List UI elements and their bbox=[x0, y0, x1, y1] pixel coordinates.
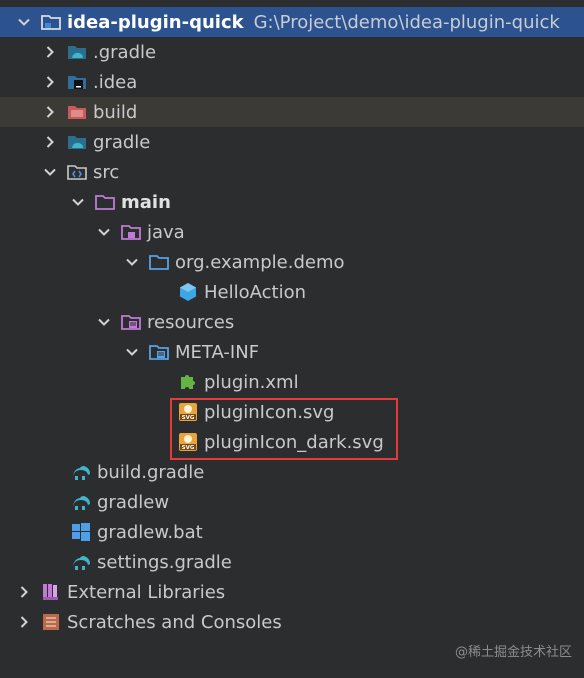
tree-row-dot-gradle[interactable]: .gradle bbox=[0, 37, 584, 67]
tree-row-gradlew[interactable]: gradlew bbox=[0, 487, 584, 517]
node-label: settings.gradle bbox=[97, 551, 232, 573]
node-label: gradlew.bat bbox=[97, 521, 203, 543]
node-label: .gradle bbox=[93, 41, 157, 63]
folder-java-icon bbox=[120, 221, 142, 243]
node-label: build.gradle bbox=[97, 461, 205, 483]
chevron-down-icon[interactable] bbox=[122, 252, 142, 272]
chevron-right-icon[interactable] bbox=[14, 612, 34, 632]
folder-gradle-icon bbox=[66, 41, 88, 63]
folder-source-icon bbox=[66, 161, 88, 183]
folder-gradle-icon bbox=[66, 131, 88, 153]
node-label: org.example.demo bbox=[175, 251, 345, 273]
package-icon bbox=[148, 251, 170, 273]
windows-icon bbox=[70, 521, 92, 543]
node-label: build bbox=[93, 101, 138, 123]
chevron-right-icon[interactable] bbox=[14, 582, 34, 602]
node-label: gradlew bbox=[97, 491, 170, 513]
node-label: src bbox=[93, 161, 120, 183]
tree-row-meta-inf[interactable]: META-INF bbox=[0, 337, 584, 367]
tree-row-build[interactable]: build bbox=[0, 97, 584, 127]
chevron-right-icon[interactable] bbox=[40, 102, 60, 122]
chevron-down-icon[interactable] bbox=[68, 192, 88, 212]
node-label: META-INF bbox=[175, 341, 260, 363]
tree-row-dot-idea[interactable]: .idea bbox=[0, 67, 584, 97]
tree-row-settings-gradle[interactable]: settings.gradle bbox=[0, 547, 584, 577]
chevron-right-icon[interactable] bbox=[40, 72, 60, 92]
node-label: Scratches and Consoles bbox=[67, 611, 282, 633]
tree-row-resources[interactable]: resources bbox=[0, 307, 584, 337]
folder-resources-icon bbox=[120, 311, 142, 333]
chevron-down-icon[interactable] bbox=[94, 312, 114, 332]
tree-row-project-root[interactable]: idea-plugin-quick G:\Project\demo\idea-p… bbox=[0, 7, 584, 37]
folder-module-icon bbox=[40, 11, 62, 33]
highlight-box bbox=[170, 398, 398, 460]
node-label: gradle bbox=[93, 131, 151, 153]
chevron-down-icon[interactable] bbox=[14, 12, 34, 32]
class-icon bbox=[177, 281, 199, 303]
tree-row-build-gradle[interactable]: build.gradle bbox=[0, 457, 584, 487]
project-tree: idea-plugin-quick G:\Project\demo\idea-p… bbox=[0, 0, 584, 678]
tree-row-java[interactable]: java bbox=[0, 217, 584, 247]
project-path: G:\Project\demo\idea-plugin-quick bbox=[253, 11, 560, 33]
top-edge bbox=[0, 0, 584, 7]
tree-row-plugin-xml[interactable]: plugin.xml bbox=[0, 367, 584, 397]
tree-row-main[interactable]: main bbox=[0, 187, 584, 217]
node-label: .idea bbox=[93, 71, 138, 93]
tree-row-gradlew-bat[interactable]: gradlew.bat bbox=[0, 517, 584, 547]
chevron-down-icon[interactable] bbox=[122, 342, 142, 362]
chevron-down-icon[interactable] bbox=[94, 222, 114, 242]
tree-row-package[interactable]: org.example.demo bbox=[0, 247, 584, 277]
node-label: External Libraries bbox=[67, 581, 226, 603]
node-label: java bbox=[147, 221, 185, 243]
chevron-right-icon[interactable] bbox=[40, 132, 60, 152]
gradle-file-icon bbox=[70, 461, 92, 483]
tree-row-gradle[interactable]: gradle bbox=[0, 127, 584, 157]
plugin-xml-icon bbox=[177, 371, 199, 393]
scratches-icon bbox=[40, 611, 62, 633]
chevron-down-icon[interactable] bbox=[40, 162, 60, 182]
gradle-file-icon bbox=[70, 491, 92, 513]
tree-row-src[interactable]: src bbox=[0, 157, 584, 187]
watermark: @稀土掘金技术社区 bbox=[454, 645, 572, 660]
gradle-file-icon bbox=[70, 551, 92, 573]
node-label: main bbox=[121, 191, 171, 213]
tree-row-helloaction[interactable]: HelloAction bbox=[0, 277, 584, 307]
folder-excluded-icon bbox=[66, 101, 88, 123]
node-label: plugin.xml bbox=[204, 371, 299, 393]
folder-idea-icon bbox=[66, 71, 88, 93]
folder-icon bbox=[94, 191, 116, 213]
tree-row-external-libraries[interactable]: External Libraries bbox=[0, 577, 584, 607]
chevron-right-icon[interactable] bbox=[40, 42, 60, 62]
libraries-icon bbox=[40, 581, 62, 603]
project-name: idea-plugin-quick bbox=[67, 11, 244, 33]
tree-row-scratches[interactable]: Scratches and Consoles bbox=[0, 607, 584, 637]
node-label: resources bbox=[147, 311, 235, 333]
folder-resources-icon bbox=[148, 341, 170, 363]
node-label: HelloAction bbox=[204, 281, 306, 303]
